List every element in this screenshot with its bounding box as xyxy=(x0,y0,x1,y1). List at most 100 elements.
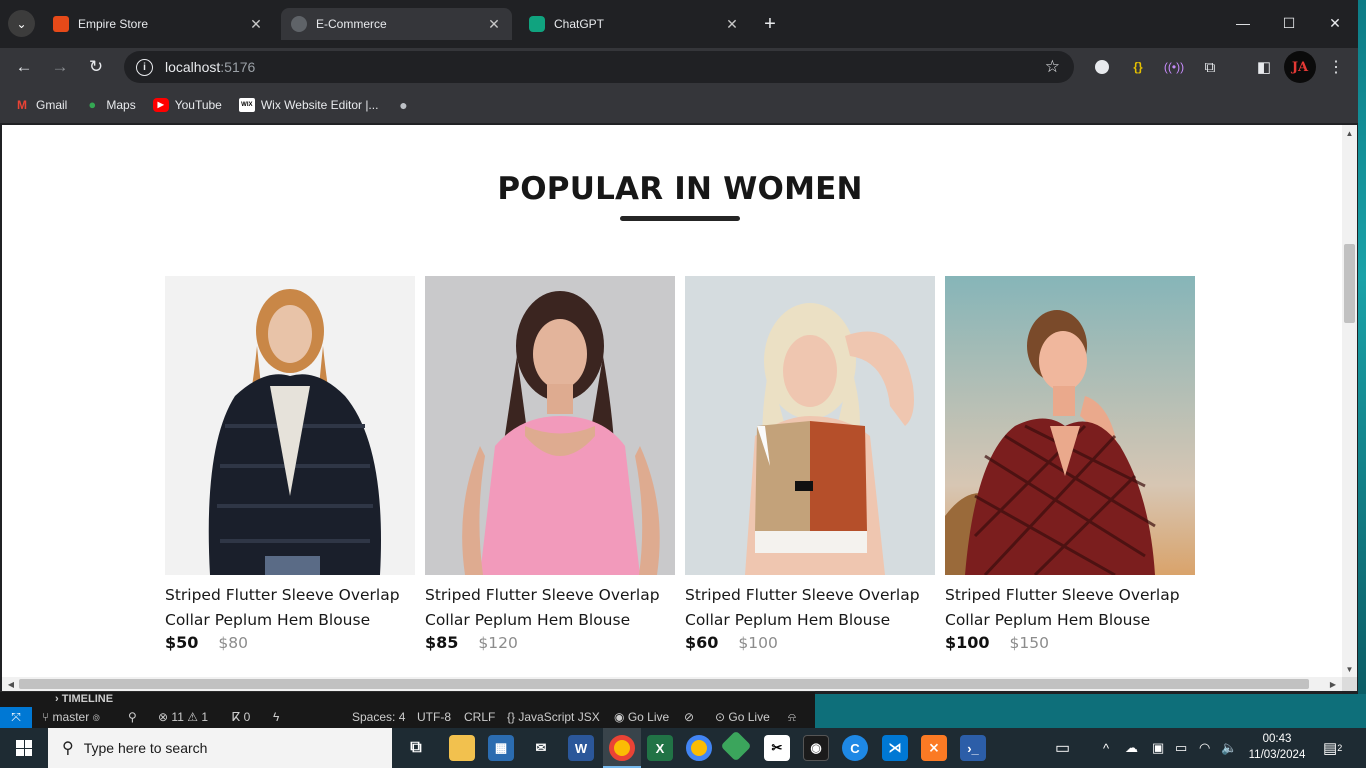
system-clock[interactable]: 00:43 11/03/2024 xyxy=(1244,731,1310,763)
side-panel-icon[interactable]: ◧ xyxy=(1254,57,1274,77)
timeline-label: TIMELINE xyxy=(61,693,114,705)
problems-indicator[interactable]: ⊗ 11 ⚠ 1 xyxy=(158,710,208,724)
branch-indicator[interactable]: ⑂ master ◎ xyxy=(42,710,100,724)
product-name[interactable]: Striped Flutter Sleeve Overlap Collar Pe… xyxy=(425,583,675,633)
back-button[interactable]: ← xyxy=(12,55,36,79)
reload-button[interactable]: ↻ xyxy=(84,55,108,79)
new-tab-button[interactable]: + xyxy=(758,12,782,36)
product-image[interactable] xyxy=(685,276,935,575)
product-card[interactable]: Striped Flutter Sleeve Overlap Collar Pe… xyxy=(945,276,1195,652)
bookmark-youtube[interactable]: ▶ YouTube xyxy=(152,97,222,112)
ports-indicator[interactable]: ⴽ 0 xyxy=(232,710,250,724)
close-tab-icon[interactable]: ✕ xyxy=(724,16,740,33)
forward-button[interactable]: → xyxy=(48,55,72,79)
timeline-panel-header[interactable]: › TIMELINE xyxy=(0,691,815,707)
start-button[interactable] xyxy=(0,728,48,768)
bookmark-star-icon[interactable]: ☆ xyxy=(1045,57,1060,77)
tab-chatgpt[interactable]: ChatGPT ✕ xyxy=(519,8,750,40)
product-new-price: $50 xyxy=(165,633,199,652)
vscode-icon[interactable]: ⋊ xyxy=(882,735,908,761)
product-old-price: $150 xyxy=(1009,634,1049,652)
lightning-icon[interactable]: ϟ xyxy=(273,710,279,724)
word-icon[interactable]: W xyxy=(568,735,594,761)
tab-search-button[interactable]: ⌄ xyxy=(8,10,35,37)
xampp-icon[interactable]: ⨯ xyxy=(921,735,947,761)
maps-icon: ● xyxy=(88,97,97,112)
product-name[interactable]: Striped Flutter Sleeve Overlap Collar Pe… xyxy=(165,583,415,633)
indentation-indicator[interactable]: Spaces: 4 xyxy=(352,710,405,724)
notifications-bell-icon[interactable]: ⍾ xyxy=(788,710,796,725)
maximize-button[interactable]: ☐ xyxy=(1266,0,1312,46)
address-bar[interactable]: i localhost:5176 ☆ xyxy=(124,51,1074,83)
onedrive-icon[interactable]: ☁ xyxy=(1125,728,1138,768)
canva-icon[interactable]: C xyxy=(842,735,868,761)
bookmark-gmail[interactable]: M Gmail xyxy=(14,98,67,112)
profile-avatar[interactable]: JA xyxy=(1284,51,1316,83)
chrome-profile-icon[interactable] xyxy=(686,735,712,761)
mail-icon[interactable]: ✉ xyxy=(528,735,554,761)
menu-kebab-icon[interactable]: ⋮ xyxy=(1326,57,1346,77)
go-live-label: Go Live xyxy=(627,710,670,724)
site-info-icon[interactable]: i xyxy=(136,58,153,76)
eol-indicator[interactable]: CRLF xyxy=(464,710,495,724)
scroll-right-arrow-icon[interactable]: ▶ xyxy=(1326,677,1340,691)
news-widget-icon[interactable]: ▭ xyxy=(1055,728,1070,768)
chrome-icon[interactable] xyxy=(609,735,635,761)
file-explorer-icon[interactable] xyxy=(449,735,475,761)
product-image[interactable] xyxy=(165,276,415,575)
powershell-icon[interactable]: ›_ xyxy=(960,735,986,761)
scroll-down-arrow-icon[interactable]: ▼ xyxy=(1342,663,1357,675)
horizontal-scrollbar[interactable]: ◀ ▶ xyxy=(2,677,1342,691)
bookmark-maps[interactable]: ● Maps xyxy=(84,97,135,112)
close-tab-icon[interactable]: ✕ xyxy=(248,16,264,33)
horizontal-scroll-thumb[interactable] xyxy=(19,679,1309,689)
battery-icon[interactable]: ▭ xyxy=(1175,728,1187,768)
product-card[interactable]: Striped Flutter Sleeve Overlap Collar Pe… xyxy=(425,276,675,652)
broadcast-extension-icon[interactable]: ((•)) xyxy=(1164,57,1184,77)
taskbar-search[interactable]: ⚲ Type here to search xyxy=(48,728,392,768)
vertical-scrollbar[interactable]: ▲ ▼ xyxy=(1342,125,1357,677)
close-tab-icon[interactable]: ✕ xyxy=(486,16,502,33)
product-name[interactable]: Striped Flutter Sleeve Overlap Collar Pe… xyxy=(685,583,935,633)
excel-icon[interactable]: X xyxy=(647,735,673,761)
tab-e-commerce[interactable]: E-Commerce ✕ xyxy=(281,8,512,40)
bookmark-wix[interactable]: WIX Wix Website Editor |... xyxy=(238,97,378,112)
product-image[interactable] xyxy=(945,276,1195,575)
scroll-up-arrow-icon[interactable]: ▲ xyxy=(1342,127,1357,139)
task-view-icon[interactable]: ⧉ xyxy=(403,735,429,761)
microsoft-store-icon[interactable]: ▦ xyxy=(488,735,514,761)
product-card[interactable]: Striped Flutter Sleeve Overlap Collar Pe… xyxy=(685,276,935,652)
scroll-left-arrow-icon[interactable]: ◀ xyxy=(4,677,18,691)
product-name[interactable]: Striped Flutter Sleeve Overlap Collar Pe… xyxy=(945,583,1195,633)
extensions-puzzle-icon[interactable]: ⧉ xyxy=(1200,57,1220,77)
url-host: localhost xyxy=(165,59,221,75)
notification-center-icon[interactable]: ▤ 2 xyxy=(1323,728,1342,768)
encoding-indicator[interactable]: UTF-8 xyxy=(417,710,451,724)
copilot-disabled-icon[interactable]: ⊘ xyxy=(684,710,694,724)
gmail-icon: M xyxy=(17,97,27,112)
go-live-button[interactable]: ◉ Go Live xyxy=(614,710,669,724)
language-label: JavaScript JSX xyxy=(518,710,600,724)
tab-empire-store[interactable]: Empire Store ✕ xyxy=(43,8,274,40)
git-graph-icon[interactable]: ⚲ xyxy=(128,710,137,724)
git-app-icon[interactable] xyxy=(720,730,752,762)
go-live-server-button[interactable]: ⊙ Go Live xyxy=(715,710,770,724)
remote-indicator-icon[interactable]: ⤧ xyxy=(0,707,32,728)
section-title: POPULAR IN WOMEN xyxy=(497,171,863,207)
wifi-icon[interactable]: ◠ xyxy=(1199,728,1210,768)
title-underline xyxy=(620,216,740,221)
davinci-icon[interactable]: ◉ xyxy=(803,735,829,761)
bookmark-globe[interactable]: ● xyxy=(395,97,417,113)
language-mode[interactable]: {} JavaScript JSX xyxy=(507,710,600,724)
json-extension-icon[interactable]: {} xyxy=(1128,57,1148,77)
product-card[interactable]: Striped Flutter Sleeve Overlap Collar Pe… xyxy=(165,276,415,652)
tray-app-icon[interactable]: ▣ xyxy=(1152,728,1164,768)
close-window-button[interactable]: ✕ xyxy=(1312,0,1358,46)
show-hidden-icons-icon[interactable]: ^ xyxy=(1103,728,1109,768)
volume-icon[interactable]: 🔈 xyxy=(1221,728,1237,768)
capcut-icon[interactable]: ✂ xyxy=(764,735,790,761)
product-image[interactable] xyxy=(425,276,675,575)
minimize-button[interactable]: — xyxy=(1220,0,1266,46)
vertical-scroll-thumb[interactable] xyxy=(1344,244,1355,323)
extension-circle-icon[interactable] xyxy=(1092,57,1112,77)
